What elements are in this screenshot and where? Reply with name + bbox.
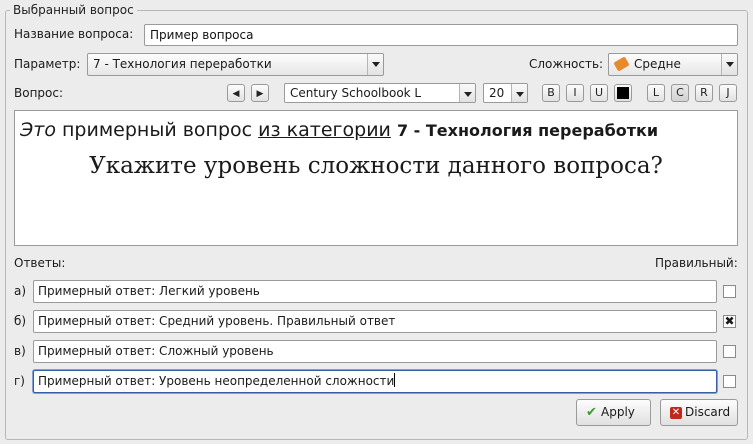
text-color-button[interactable] bbox=[614, 84, 632, 102]
align-right-button[interactable]: R bbox=[695, 84, 713, 102]
answer-input-a[interactable]: Примерный ответ: Легкий уровень bbox=[33, 280, 717, 303]
answer-letter: а) bbox=[14, 284, 27, 298]
align-center-label: C bbox=[676, 86, 684, 99]
difficulty-select-value: Средне bbox=[634, 57, 681, 71]
color-swatch bbox=[617, 87, 629, 99]
cross-icon: ✕ bbox=[670, 407, 682, 419]
italic-text: Это bbox=[20, 119, 56, 141]
align-center-button[interactable]: C bbox=[671, 84, 689, 102]
italic-button[interactable]: I bbox=[566, 84, 584, 102]
correct-label: Правильный: bbox=[655, 256, 738, 270]
difficulty-label: Сложность: bbox=[529, 57, 604, 71]
underline-label: U bbox=[594, 86, 604, 99]
previous-button[interactable]: ◀ bbox=[227, 84, 245, 102]
apply-label: Apply bbox=[601, 405, 635, 419]
answer-text: Примерный ответ: Уровень неопределенной … bbox=[38, 374, 395, 388]
chevron-down-icon bbox=[721, 54, 737, 75]
correct-checkbox-b[interactable]: ✖ bbox=[723, 314, 736, 328]
parameter-select-value: 7 - Технология переработки bbox=[93, 57, 272, 71]
question-label: Вопрос: bbox=[14, 86, 64, 100]
parameter-select[interactable]: 7 - Технология переработки bbox=[87, 53, 384, 76]
editor-line-1: Это примерный вопрос из категории 7 - Те… bbox=[20, 119, 658, 141]
discard-label: Discard bbox=[685, 405, 731, 419]
underlined-text: из категории bbox=[258, 119, 391, 141]
align-justify-label: J bbox=[726, 86, 730, 99]
question-editor[interactable]: Это примерный вопрос из категории 7 - Те… bbox=[14, 110, 738, 246]
chevron-down-icon bbox=[459, 84, 475, 102]
italic-label: I bbox=[573, 86, 577, 99]
apply-button[interactable]: ✔ Apply bbox=[576, 399, 651, 426]
underline-button[interactable]: U bbox=[590, 84, 608, 102]
align-justify-button[interactable]: J bbox=[719, 84, 737, 102]
answer-letter: в) bbox=[14, 344, 26, 358]
correct-checkbox-c[interactable] bbox=[723, 345, 736, 358]
answer-input-d[interactable]: Примерный ответ: Уровень неопределенной … bbox=[33, 370, 717, 393]
chevron-down-icon bbox=[511, 84, 527, 102]
group-title: Выбранный вопрос bbox=[10, 3, 137, 17]
check-icon: ✔ bbox=[586, 405, 597, 420]
discard-button[interactable]: ✕ Discard bbox=[660, 399, 738, 426]
answer-letter: б) bbox=[14, 314, 27, 328]
question-name-input[interactable]: Пример вопроса bbox=[144, 24, 738, 46]
parameter-label: Параметр: bbox=[14, 57, 81, 71]
arrow-left-icon: ◀ bbox=[232, 89, 240, 99]
bold-button[interactable]: B bbox=[542, 84, 560, 102]
text-caret bbox=[394, 373, 396, 387]
question-name-label: Название вопроса: bbox=[14, 27, 134, 41]
bold-label: B bbox=[547, 86, 555, 99]
font-size-value: 20 bbox=[489, 86, 505, 100]
answers-label: Ответы: bbox=[14, 256, 66, 270]
difficulty-select[interactable]: Средне bbox=[608, 53, 738, 76]
align-right-label: R bbox=[700, 86, 708, 99]
next-button[interactable]: ▶ bbox=[251, 84, 269, 102]
correct-checkbox-a[interactable] bbox=[723, 285, 736, 298]
answer-input-c[interactable]: Примерный ответ: Сложный уровень bbox=[33, 340, 717, 363]
checkmark-icon: ✖ bbox=[724, 314, 735, 328]
font-family-select[interactable]: Century Schoolbook L bbox=[284, 83, 476, 103]
eraser-icon bbox=[613, 56, 630, 72]
align-left-label: L bbox=[652, 86, 660, 99]
answer-input-b[interactable]: Примерный ответ: Средний уровень. Правил… bbox=[33, 310, 717, 333]
chevron-down-icon bbox=[367, 54, 383, 75]
arrow-right-icon: ▶ bbox=[256, 89, 264, 99]
font-size-select[interactable]: 20 bbox=[483, 83, 528, 103]
align-left-button[interactable]: L bbox=[647, 84, 665, 102]
bold-text: 7 - Технология переработки bbox=[396, 121, 659, 140]
normal-text: примерный вопрос bbox=[55, 119, 259, 141]
correct-checkbox-d[interactable] bbox=[723, 375, 736, 388]
answer-letter: г) bbox=[14, 374, 25, 388]
editor-line-2: Укажите уровень сложности данного вопрос… bbox=[89, 153, 663, 179]
font-family-value: Century Schoolbook L bbox=[290, 86, 422, 100]
